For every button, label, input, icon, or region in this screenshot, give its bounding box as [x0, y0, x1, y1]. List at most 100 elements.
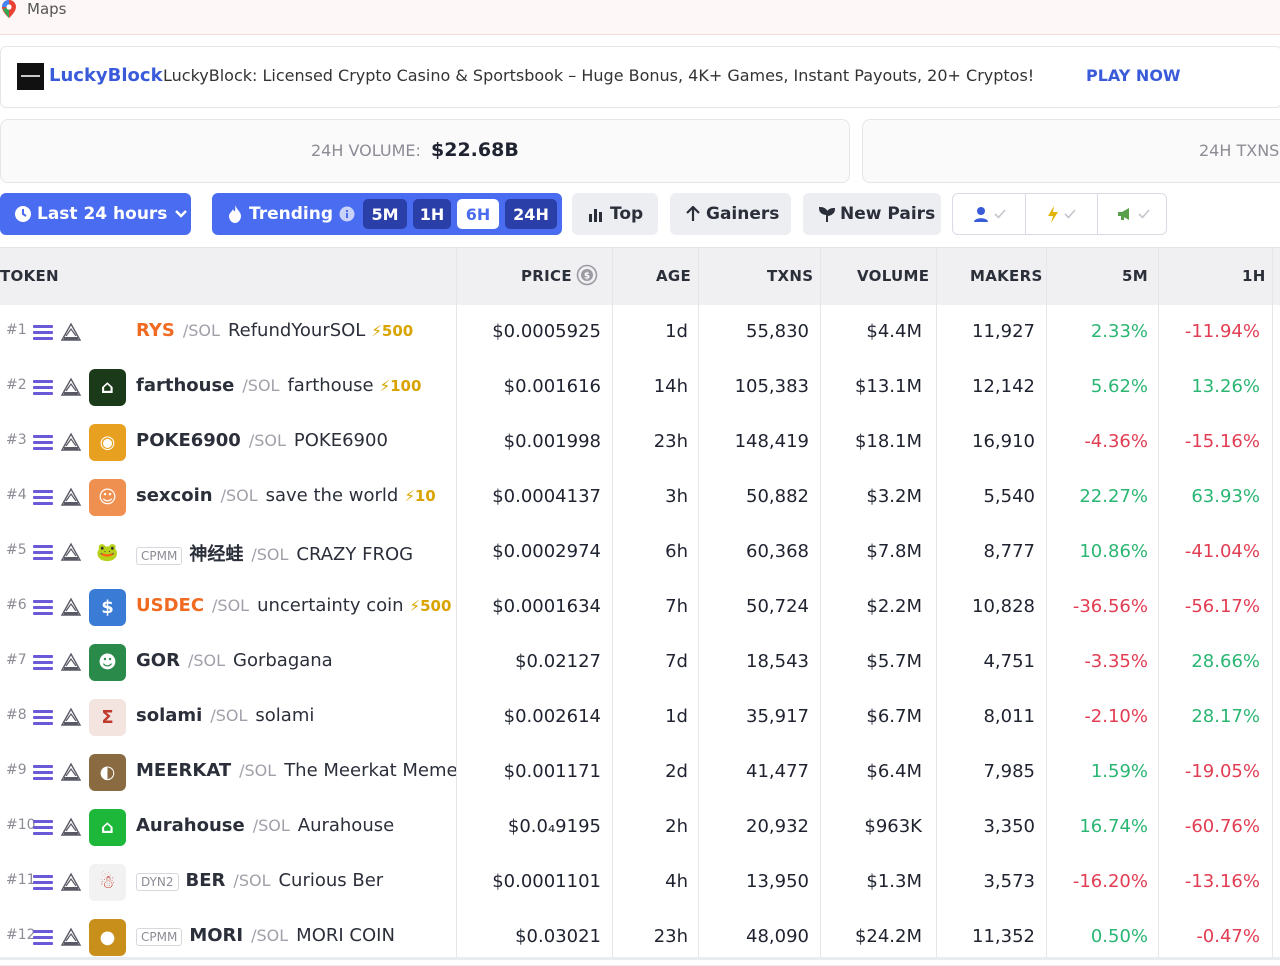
- cell-m5: 5.62%: [1090, 376, 1148, 397]
- cell-price: $0.0004137: [492, 486, 601, 507]
- dex-icon: [60, 430, 82, 452]
- token-avatar: [89, 314, 126, 351]
- token-avatar: 🐸: [89, 534, 126, 571]
- table-row[interactable]: #8 Σsolami/SOL solami $0.002614 1d 35,917 $6.7…: [0, 690, 1280, 746]
- token-name: POKE6900: [293, 430, 388, 451]
- cell-volume: $2.2M: [866, 596, 922, 617]
- boost-filter-toggle[interactable]: [1025, 194, 1097, 234]
- token-avatar: ◐: [89, 754, 126, 791]
- top-button[interactable]: Top: [572, 193, 658, 235]
- check-icon: [1137, 209, 1150, 219]
- token-cell[interactable]: GOR/SOL Gorbagana: [136, 650, 333, 671]
- cell-price: $0.0₄9195: [507, 816, 601, 837]
- token-cell[interactable]: solami/SOL solami: [136, 705, 314, 726]
- token-cell[interactable]: RYS/SOL RefundYourSOL ⚡500: [136, 320, 413, 341]
- token-cell[interactable]: CPMM 神经蛙/SOL CRAZY FROG: [136, 540, 413, 566]
- cell-volume: $5.7M: [866, 651, 922, 672]
- header-txns[interactable]: TXNS: [767, 267, 813, 285]
- table-row[interactable]: #5 🐸 CPMM 神经蛙/SOL CRAZY FROG $0.0002974 6h 60,3…: [0, 525, 1280, 581]
- segment-6h[interactable]: 6H: [457, 199, 499, 229]
- header-1h[interactable]: 1H: [1242, 267, 1266, 285]
- cell-volume: $18.1M: [854, 431, 922, 452]
- quote-symbol: /SOL: [242, 376, 280, 395]
- info-icon[interactable]: [339, 206, 355, 222]
- table-row[interactable]: #10 ⌂ Aurahouse/SOL Aurahouse $0.0₄9195 2h 20,…: [0, 800, 1280, 856]
- new-pairs-label: New Pairs: [840, 204, 936, 224]
- table-row[interactable]: #11 ☃ DYN2 BER/SOL Curious Ber $0.0001101 4h 13…: [0, 855, 1280, 911]
- ad-brand[interactable]: LuckyBlock: [49, 65, 163, 86]
- cell-age: 6h: [665, 541, 688, 562]
- header-5m[interactable]: 5M: [1122, 267, 1148, 285]
- cell-makers: 5,540: [983, 486, 1035, 507]
- ad-cta-link[interactable]: PLAY NOW: [1086, 66, 1181, 85]
- cell-volume: $1.3M: [866, 871, 922, 892]
- cell-makers: 11,927: [972, 321, 1035, 342]
- ad-text[interactable]: LuckyBlock: Licensed Crypto Casino & Spo…: [163, 66, 1034, 85]
- cell-h1: -60.76%: [1184, 816, 1260, 837]
- cell-price: $0.001998: [503, 431, 601, 452]
- quote-symbol: /SOL: [212, 596, 250, 615]
- cell-volume: $4.4M: [866, 321, 922, 342]
- cell-makers: 3,573: [983, 871, 1035, 892]
- cell-age: 3h: [665, 486, 688, 507]
- token-name: MORI COIN: [296, 925, 395, 946]
- rank-filter-group: [952, 193, 1167, 235]
- table-row[interactable]: #6 $ USDEC/SOL uncertainty coin ⚡500 $0.00016…: [0, 580, 1280, 636]
- quote-symbol: /SOL: [251, 545, 289, 564]
- top-label: Top: [610, 204, 644, 224]
- ads-filter-toggle[interactable]: [1097, 194, 1169, 234]
- row-rank: #3: [6, 432, 27, 448]
- token-cell[interactable]: MEERKAT/SOL The Meerkat Meme: [136, 760, 458, 781]
- table-row[interactable]: #2 ⌂ farthouse/SOL farthouse ⚡100 $0.001616 14…: [0, 360, 1280, 416]
- quote-symbol: /SOL: [233, 871, 271, 890]
- table-row[interactable]: #9 ◐ MEERKAT/SOL The Meerkat Meme $0.001171 2…: [0, 745, 1280, 801]
- header-token[interactable]: TOKEN: [0, 267, 59, 285]
- token-cell[interactable]: USDEC/SOL uncertainty coin ⚡500: [136, 595, 451, 616]
- header-age[interactable]: AGE: [656, 267, 691, 285]
- cell-volume: $6.7M: [866, 706, 922, 727]
- token-cell[interactable]: POKE6900/SOL POKE6900: [136, 430, 388, 451]
- quote-symbol: /SOL: [251, 926, 289, 945]
- maps-pin-icon[interactable]: [2, 0, 16, 18]
- dex-icon: [60, 760, 82, 782]
- token-cell[interactable]: sexcoin/SOL save the world ⚡10: [136, 485, 436, 506]
- gainers-button[interactable]: Gainers: [670, 193, 791, 235]
- table-row[interactable]: #7 ☻ GOR/SOL Gorbagana $0.02127 7d 18,543 $5.7M…: [0, 635, 1280, 691]
- dex-icon: [60, 375, 82, 397]
- segment-1h[interactable]: 1H: [413, 199, 451, 229]
- token-symbol: MEERKAT: [136, 760, 232, 781]
- pool-type-tag: DYN2: [136, 873, 179, 891]
- header-price[interactable]: PRICE: [521, 267, 572, 285]
- user-filter-toggle[interactable]: [953, 194, 1025, 234]
- timeframe-dropdown[interactable]: Last 24 hours: [0, 193, 191, 235]
- ad-banner[interactable]: LuckyBlock LuckyBlock: Licensed Crypto C…: [0, 46, 1280, 108]
- header-volume[interactable]: VOLUME: [857, 267, 929, 285]
- cell-m5: 16.74%: [1079, 816, 1148, 837]
- header-makers[interactable]: MAKERS: [970, 267, 1043, 285]
- quote-symbol: /SOL: [239, 761, 277, 780]
- cell-makers: 16,910: [972, 431, 1035, 452]
- quote-symbol: /SOL: [220, 486, 258, 505]
- segment-24h[interactable]: 24H: [505, 199, 557, 229]
- currency-toggle-icon[interactable]: $: [576, 264, 598, 286]
- new-pairs-button[interactable]: New Pairs: [803, 193, 941, 235]
- table-row[interactable]: #4 ☺ sexcoin/SOL save the world ⚡10 $0.000413…: [0, 470, 1280, 526]
- token-avatar: Σ: [89, 699, 126, 736]
- cell-price: $0.03021: [515, 926, 601, 947]
- token-name: Gorbagana: [233, 650, 333, 671]
- segment-5m[interactable]: 5M: [363, 199, 407, 229]
- token-name: Curious Ber: [278, 870, 384, 891]
- cell-txns: 48,090: [746, 926, 809, 947]
- trending-group[interactable]: Trending 5M 1H 6H 24H: [212, 193, 562, 235]
- token-cell[interactable]: CPMM MORI/SOL MORI COIN: [136, 925, 395, 946]
- maps-bookmark-label[interactable]: Maps: [27, 0, 66, 18]
- token-cell[interactable]: farthouse/SOL farthouse ⚡100: [136, 375, 421, 396]
- table-row[interactable]: #1 RYS/SOL RefundYourSOL ⚡500 $0.0005925 1d 55…: [0, 305, 1280, 361]
- cell-volume: $13.1M: [854, 376, 922, 397]
- dex-icon: [60, 650, 82, 672]
- token-cell[interactable]: DYN2 BER/SOL Curious Ber: [136, 870, 383, 891]
- cell-h1: 28.66%: [1191, 651, 1260, 672]
- cell-m5: -36.56%: [1072, 596, 1148, 617]
- token-cell[interactable]: Aurahouse/SOL Aurahouse: [136, 815, 394, 836]
- table-row[interactable]: #3 ◉ POKE6900/SOL POKE6900 $0.001998 23h 148,4…: [0, 415, 1280, 471]
